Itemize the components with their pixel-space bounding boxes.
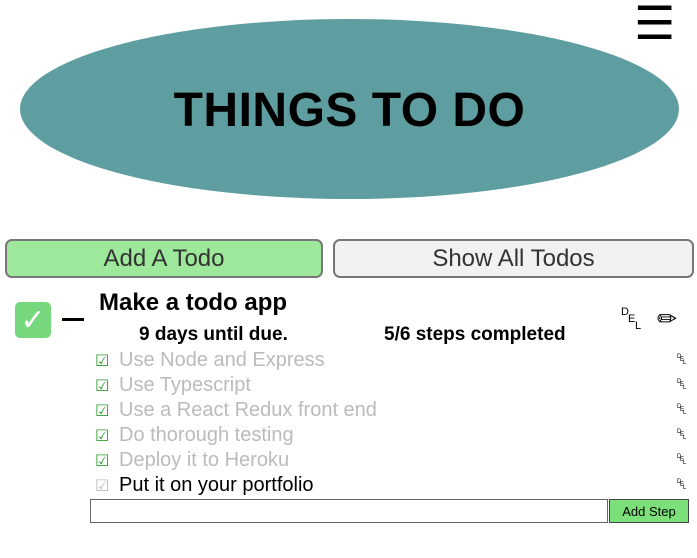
step-checkbox-icon[interactable]: ☑ [95, 426, 109, 446]
add-todo-tab-button[interactable]: Add A Todo [5, 239, 323, 278]
steps-list: ☑ Use Node and Express DEL ☑ Use Typescr… [0, 348, 697, 498]
step-text: Use Typescript [119, 374, 251, 396]
delete-step-button[interactable]: DEL [677, 429, 689, 443]
delete-todo-button[interactable]: D E L [621, 307, 643, 333]
todo-title: Make a todo app [99, 289, 288, 316]
title-banner: THINGS TO DO [20, 19, 679, 199]
step-checkbox-icon[interactable]: ☑ [95, 376, 109, 396]
step-text: Do thorough testing [119, 424, 294, 446]
new-step-input[interactable] [90, 499, 608, 523]
todo-complete-checkmark-icon[interactable]: ✓ [15, 302, 51, 338]
step-checkbox-icon[interactable]: ☑ [95, 451, 109, 471]
step-row: ☑ Use a React Redux front end DEL [0, 398, 697, 423]
delete-letter-l: L [635, 320, 642, 332]
step-row: ☑ Use Typescript DEL [0, 373, 697, 398]
todo-steps-completed: 5/6 steps completed [384, 324, 566, 345]
page-title: THINGS TO DO [173, 83, 526, 137]
app-page: ☰ THINGS TO DO Add A Todo Show All Todos… [0, 0, 697, 558]
todo-due-text: 9 days until due. [139, 324, 288, 345]
edit-pencil-icon[interactable]: ✏ [657, 306, 677, 332]
step-text: Use a React Redux front end [119, 399, 377, 421]
delete-step-button[interactable]: DEL [677, 454, 689, 468]
delete-step-button[interactable]: DEL [677, 404, 689, 418]
delete-step-button[interactable]: DEL [677, 354, 689, 368]
step-row: ☑ Use Node and Express DEL [0, 348, 697, 373]
add-step-button[interactable]: Add Step [609, 499, 689, 523]
step-text: Use Node and Express [119, 349, 325, 371]
step-row: ☑ Do thorough testing DEL [0, 423, 697, 448]
collapse-dash-icon[interactable] [62, 318, 84, 321]
step-text: Put it on your portfolio [119, 474, 314, 496]
step-text: Deploy it to Heroku [119, 449, 290, 471]
step-row: ☑ Put it on your portfolio DEL [0, 473, 697, 498]
step-checkbox-icon[interactable]: ☑ [95, 401, 109, 421]
delete-step-button[interactable]: DEL [677, 479, 689, 493]
step-row: ☑ Deploy it to Heroku DEL [0, 448, 697, 473]
hamburger-menu-icon[interactable]: ☰ [634, 0, 675, 46]
delete-step-button[interactable]: DEL [677, 379, 689, 393]
show-all-todos-tab-button[interactable]: Show All Todos [333, 239, 694, 278]
step-checkbox-icon[interactable]: ☑ [95, 351, 109, 371]
step-checkbox-icon[interactable]: ☑ [95, 476, 109, 496]
